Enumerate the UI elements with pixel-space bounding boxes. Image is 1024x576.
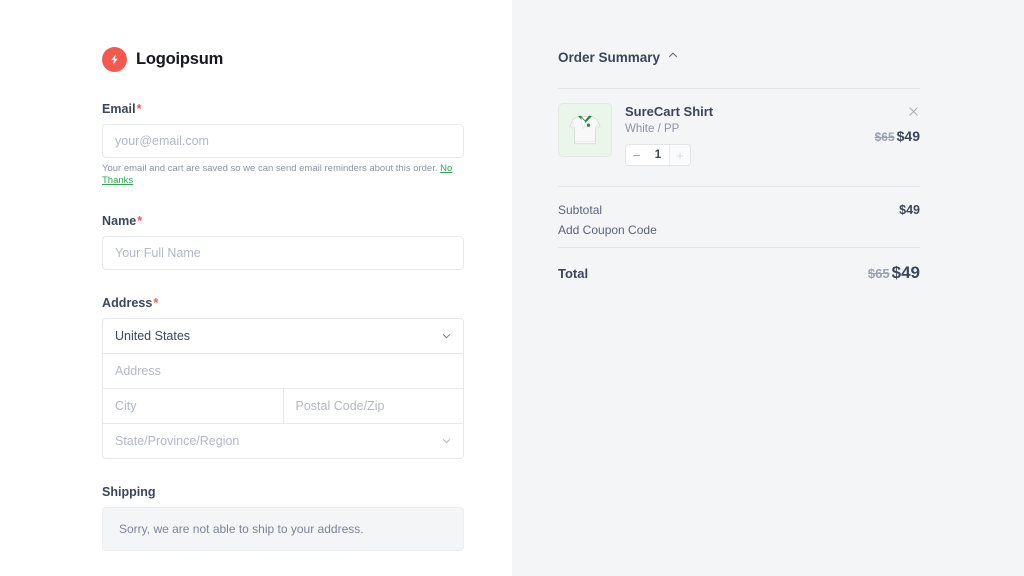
subtotal-value: $49 (899, 203, 920, 218)
postal-code-input[interactable]: Postal Code/Zip (284, 389, 464, 423)
total-current: $49 (891, 263, 920, 283)
address-label-text: Address (102, 295, 153, 310)
name-label-text: Name (102, 213, 137, 228)
street-address-input[interactable]: Address (103, 354, 463, 388)
line-item-right: $65 $49 (824, 103, 920, 166)
state-select[interactable]: State/Province/Region (103, 424, 463, 458)
chevron-up-icon (667, 48, 679, 66)
email-helper-text: Your email and cart are saved so we can … (102, 163, 464, 188)
brand-name: Logoipsum (136, 49, 224, 68)
total-amount: $65 $49 (868, 263, 920, 283)
total-row: Total $65 $49 (558, 248, 920, 283)
total-original: $65 (867, 266, 890, 282)
line-item-details: SureCart Shirt White / PP − 1 + (625, 103, 824, 167)
shipping-heading: Shipping (102, 484, 156, 499)
product-variant: White / PP (625, 123, 680, 136)
subtotal-label: Subtotal (558, 203, 603, 218)
city-postal-row: City Postal Code/Zip (103, 388, 464, 424)
checkout-form: Logoipsum Email* Your email and cart are… (102, 0, 464, 576)
postal-code-placeholder: Postal Code/Zip (295, 398, 385, 413)
address-field-group: Address* United States Address City Post… (102, 296, 464, 459)
city-input[interactable]: City (103, 388, 284, 423)
quantity-decrement-button[interactable]: − (626, 145, 647, 166)
shipping-unavailable-notice: Sorry, we are not able to ship to your a… (102, 506, 464, 551)
email-field-group: Email* Your email and cart are saved so … (102, 102, 464, 188)
remove-item-icon[interactable] (907, 105, 920, 118)
state-placeholder: State/Province/Region (115, 433, 240, 448)
state-row: State/Province/Region (103, 424, 463, 458)
checkout-page: Logoipsum Email* Your email and cart are… (0, 0, 1024, 576)
email-input[interactable] (102, 124, 464, 158)
price-current: $49 (896, 128, 920, 144)
cart-line-item: SureCart Shirt White / PP − 1 + $65 $49 (558, 89, 920, 167)
line-item-price: $65 $49 (875, 128, 920, 146)
address-composite-box: United States Address City Postal Code/Z… (102, 317, 464, 459)
order-summary-title: Order Summary (558, 49, 661, 65)
email-required-mark: * (136, 102, 142, 116)
order-summary-toggle[interactable]: Order Summary (558, 48, 920, 66)
total-label: Total (558, 266, 589, 282)
product-name: SureCart Shirt (625, 104, 714, 119)
city-placeholder: City (115, 398, 137, 413)
price-original: $65 (874, 130, 895, 144)
email-helper-message: Your email and cart are saved so we can … (102, 163, 438, 174)
order-summary: Order Summary SureCart Shirt White / PP … (558, 0, 920, 283)
quantity-stepper: − 1 + (625, 144, 691, 167)
lightning-bolt-icon (102, 46, 127, 72)
street-row: Address (103, 354, 463, 389)
quantity-increment-button[interactable]: + (669, 145, 690, 166)
brand-logo: Logoipsum (102, 44, 464, 74)
country-row: United States (103, 319, 463, 354)
street-address-placeholder: Address (115, 363, 161, 378)
email-label-text: Email (102, 102, 136, 116)
add-coupon-code-link[interactable]: Add Coupon Code (558, 223, 920, 237)
name-field-group: Name* (102, 214, 464, 270)
address-label: Address* (102, 296, 464, 310)
email-label: Email* (102, 102, 464, 116)
shipping-section: Shipping Sorry, we are not able to ship … (102, 485, 464, 551)
address-required-mark: * (153, 295, 159, 310)
order-summary-pane: Order Summary SureCart Shirt White / PP … (512, 0, 1024, 576)
chevron-down-icon (441, 435, 452, 446)
name-input[interactable] (102, 235, 464, 270)
product-thumbnail (558, 103, 612, 157)
quantity-value: 1 (654, 149, 662, 162)
chevron-down-icon (441, 330, 452, 341)
summary-totals: Subtotal $49 Add Coupon Code Total $65 $4… (558, 187, 920, 283)
country-select[interactable]: United States (103, 319, 463, 353)
name-label: Name* (102, 214, 464, 228)
subtotal-row: Subtotal $49 (558, 203, 920, 217)
name-required-mark: * (137, 213, 143, 228)
checkout-form-pane: Logoipsum Email* Your email and cart are… (0, 0, 512, 576)
country-select-value: United States (115, 328, 191, 343)
